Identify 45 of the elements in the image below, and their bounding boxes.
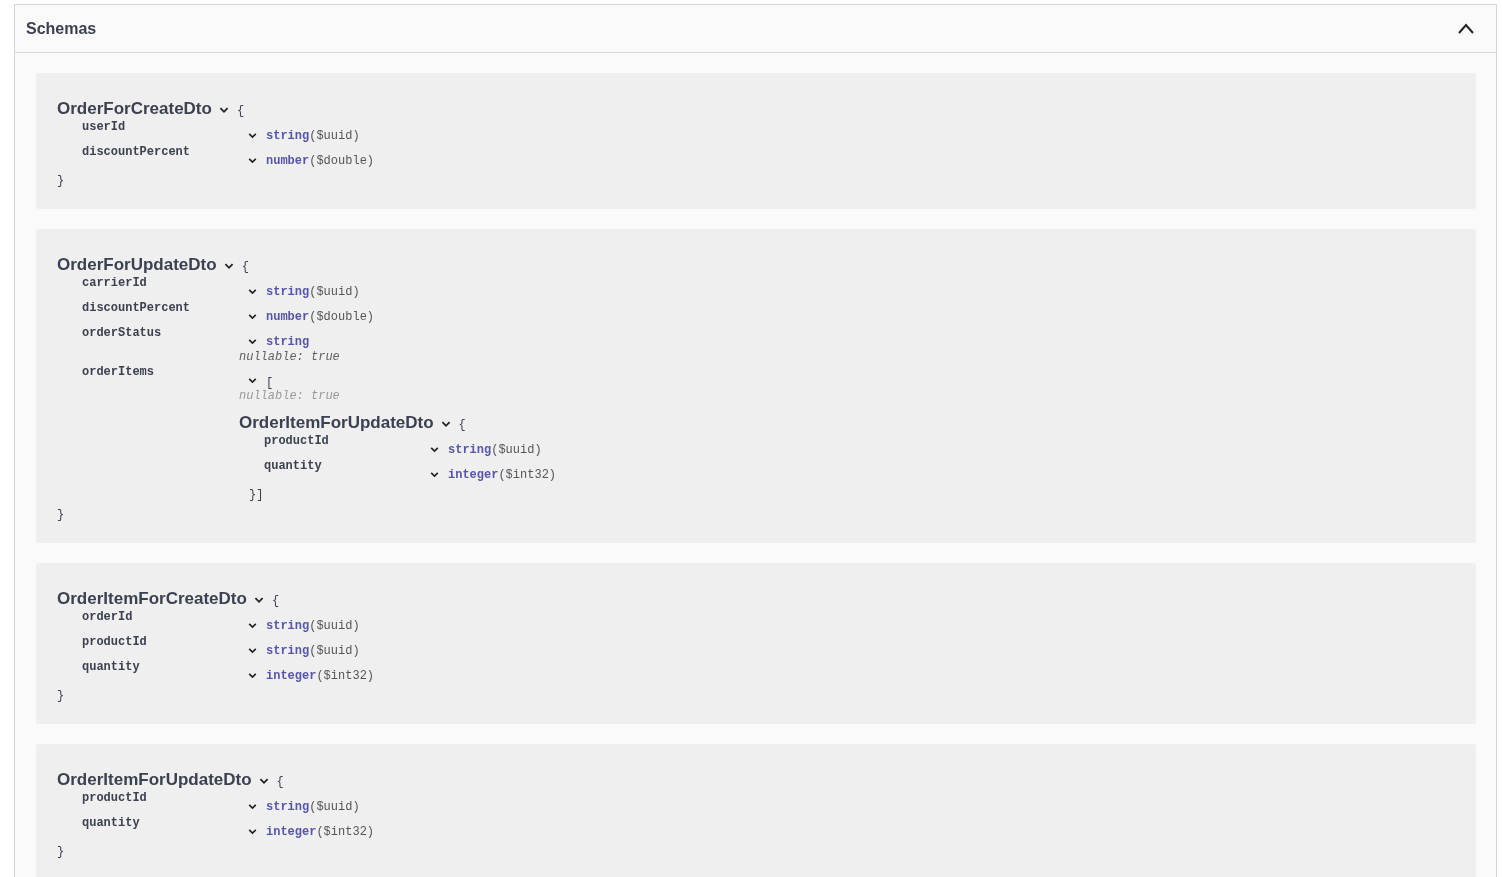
type-label: string($uuid) <box>266 643 360 658</box>
section-header[interactable]: Schemas <box>15 5 1496 53</box>
property-name: orderId <box>82 609 134 625</box>
section-title: Schemas <box>26 19 97 38</box>
bracket: [ <box>266 375 274 390</box>
brace: } <box>57 844 66 860</box>
model-title: OrderItemForUpdateDto <box>239 413 434 433</box>
model-title: OrderForCreateDto <box>57 99 212 119</box>
model-title: OrderForUpdateDto <box>57 255 217 275</box>
brace: { <box>271 594 280 608</box>
model-title: OrderItemForUpdateDto <box>57 770 252 790</box>
type-label: integer($int32) <box>448 467 557 482</box>
type-label: string($uuid) <box>266 618 360 633</box>
nullable-note: nullable: true <box>239 350 341 364</box>
property-name: userId <box>82 119 127 135</box>
brace: { <box>236 104 245 118</box>
property-name: quantity <box>264 458 323 474</box>
type-label: string($uuid) <box>266 128 360 143</box>
type-label: integer($int32) <box>266 824 375 839</box>
property-name: productId <box>264 433 330 449</box>
type-label: string($uuid) <box>266 799 360 814</box>
nullable-note: nullable: true <box>239 389 341 403</box>
type-label: integer($int32) <box>266 668 375 683</box>
model-title: OrderItemForCreateDto <box>57 589 247 609</box>
type-label: number($double) <box>266 309 375 324</box>
property-name: productId <box>82 634 148 650</box>
type-label: string($uuid) <box>266 284 360 299</box>
brace: { <box>458 418 466 432</box>
property-name: orderStatus <box>82 325 163 341</box>
brace: }] <box>248 487 265 503</box>
property-name: discountPercent <box>82 144 192 160</box>
property-name: productId <box>82 790 148 806</box>
property-name: quantity <box>82 659 141 675</box>
property-name: quantity <box>82 815 141 831</box>
type-label: string($uuid) <box>448 442 542 457</box>
brace: } <box>57 688 66 704</box>
property-name: discountPercent <box>82 300 192 316</box>
brace: { <box>276 775 284 789</box>
type-label: number($double) <box>266 153 375 168</box>
brace: } <box>57 507 66 523</box>
property-name: orderItems <box>82 364 155 380</box>
brace: { <box>241 260 249 274</box>
property-name: carrierId <box>82 275 148 291</box>
brace: } <box>57 173 66 189</box>
type-label: string <box>266 334 310 349</box>
